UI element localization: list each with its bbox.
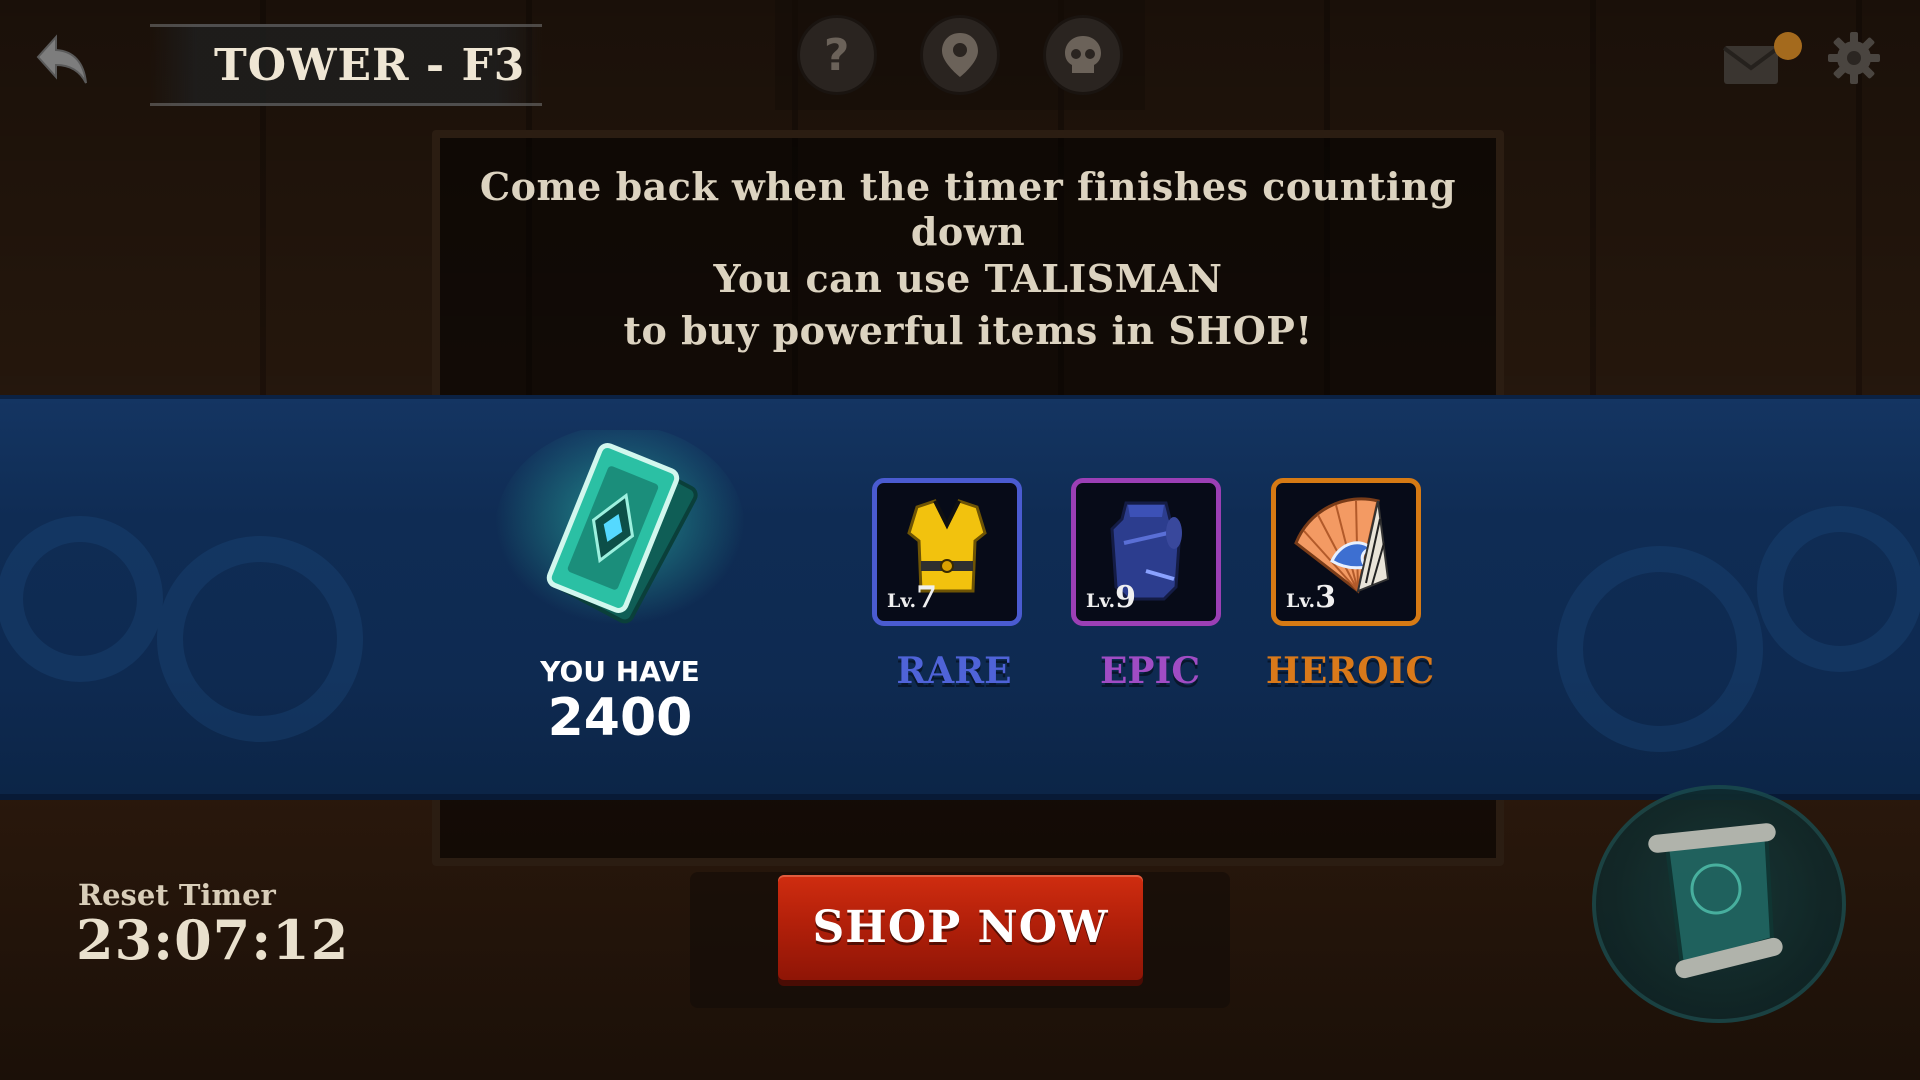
skull-icon[interactable]	[1043, 15, 1124, 95]
back-arrow-icon	[36, 34, 87, 84]
right-decoration	[1557, 506, 1920, 752]
scroll-button[interactable]	[1592, 785, 1846, 1023]
shop-now-button[interactable]: SHOP NOW	[778, 875, 1143, 980]
item-level: Lv.3	[1286, 580, 1336, 615]
item-card-heroic[interactable]: Lv.3	[1271, 478, 1421, 626]
center-icon-group: ?	[775, 0, 1145, 110]
back-button[interactable]	[30, 28, 94, 92]
talisman-count: 2400	[547, 688, 693, 748]
talisman-message: You can use TALISMAN	[713, 256, 1223, 301]
page-title: TOWER - F3	[214, 39, 526, 91]
settings-button[interactable]	[1826, 30, 1886, 90]
reset-timer-label: Reset Timer	[78, 878, 276, 912]
map-pin-icon[interactable]	[919, 15, 1000, 95]
item-card-epic[interactable]: Lv.9	[1071, 478, 1221, 626]
rarity-label-heroic: HEROIC	[1265, 650, 1435, 692]
scroll-icon	[1648, 823, 1783, 979]
item-card-rare[interactable]: Lv.7	[872, 478, 1022, 626]
mail-icon	[1722, 32, 1802, 84]
gear-icon	[1828, 32, 1880, 84]
shop-message: to buy powerful items in SHOP!	[623, 308, 1313, 353]
top-bar: TOWER - F3 ?	[0, 0, 1920, 110]
help-icon[interactable]: ?	[796, 15, 877, 95]
title-banner: TOWER - F3	[150, 24, 542, 106]
rarity-label-epic: EPIC	[1099, 650, 1200, 692]
item-level: Lv.9	[1086, 580, 1136, 615]
talisman-label: YOU HAVE	[540, 655, 700, 688]
reset-timer-value: 23:07:12	[76, 908, 350, 972]
timer-message: Come back when the timer finishes counti…	[479, 164, 1457, 254]
rarity-label-rare: RARE	[896, 650, 1012, 692]
left-decoration	[0, 516, 363, 742]
item-level: Lv.7	[887, 580, 937, 615]
talisman-icon	[495, 430, 745, 635]
shop-now-label: SHOP NOW	[812, 902, 1109, 953]
mail-button[interactable]	[1720, 30, 1810, 94]
